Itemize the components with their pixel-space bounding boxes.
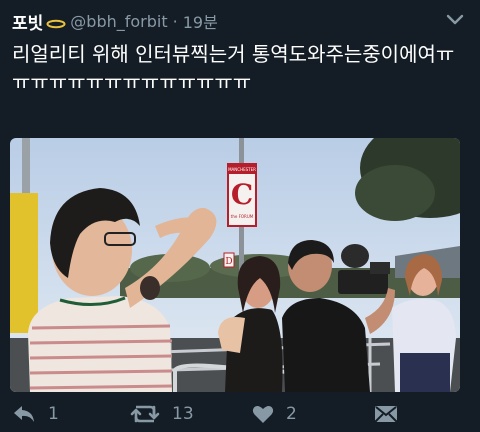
- halo-icon: [46, 14, 66, 29]
- retweet-button[interactable]: 13: [130, 404, 194, 424]
- timestamp[interactable]: 19분: [183, 9, 218, 33]
- sign-letter: C: [231, 178, 253, 211]
- heart-icon: [252, 404, 274, 424]
- sign-title: MANCHESTER: [228, 167, 256, 172]
- reply-button[interactable]: 1: [12, 404, 59, 424]
- author-name[interactable]: 포빗: [12, 9, 43, 34]
- caret-down-icon[interactable]: [446, 12, 464, 26]
- tweet-media-photo[interactable]: MANCHESTER C the FORUM D: [10, 138, 460, 392]
- sign-sub: the FORUM: [231, 214, 254, 219]
- direct-message-button[interactable]: [374, 404, 398, 424]
- tweet-actions: 1 13 2: [0, 404, 480, 432]
- author-handle[interactable]: @bbh_forbit: [70, 12, 167, 31]
- tweet-header: 포빗 @bbh_forbit · 19분: [12, 8, 468, 34]
- direct-message-icon: [374, 404, 398, 424]
- separator-dot: ·: [172, 11, 178, 31]
- reply-count: 1: [48, 404, 59, 424]
- reply-icon: [12, 404, 36, 424]
- like-button[interactable]: 2: [252, 404, 297, 424]
- retweet-count: 13: [172, 404, 194, 424]
- tweet-text: 리얼리티 위해 인터뷰찍는거 통역도와주는중이에여ㅠㅠㅠㅠㅠㅠㅠㅠㅠㅠㅠㅠㅠㅠ: [12, 42, 455, 94]
- retweet-icon: [130, 404, 160, 424]
- like-count: 2: [286, 404, 297, 424]
- small-sign: D: [225, 257, 232, 267]
